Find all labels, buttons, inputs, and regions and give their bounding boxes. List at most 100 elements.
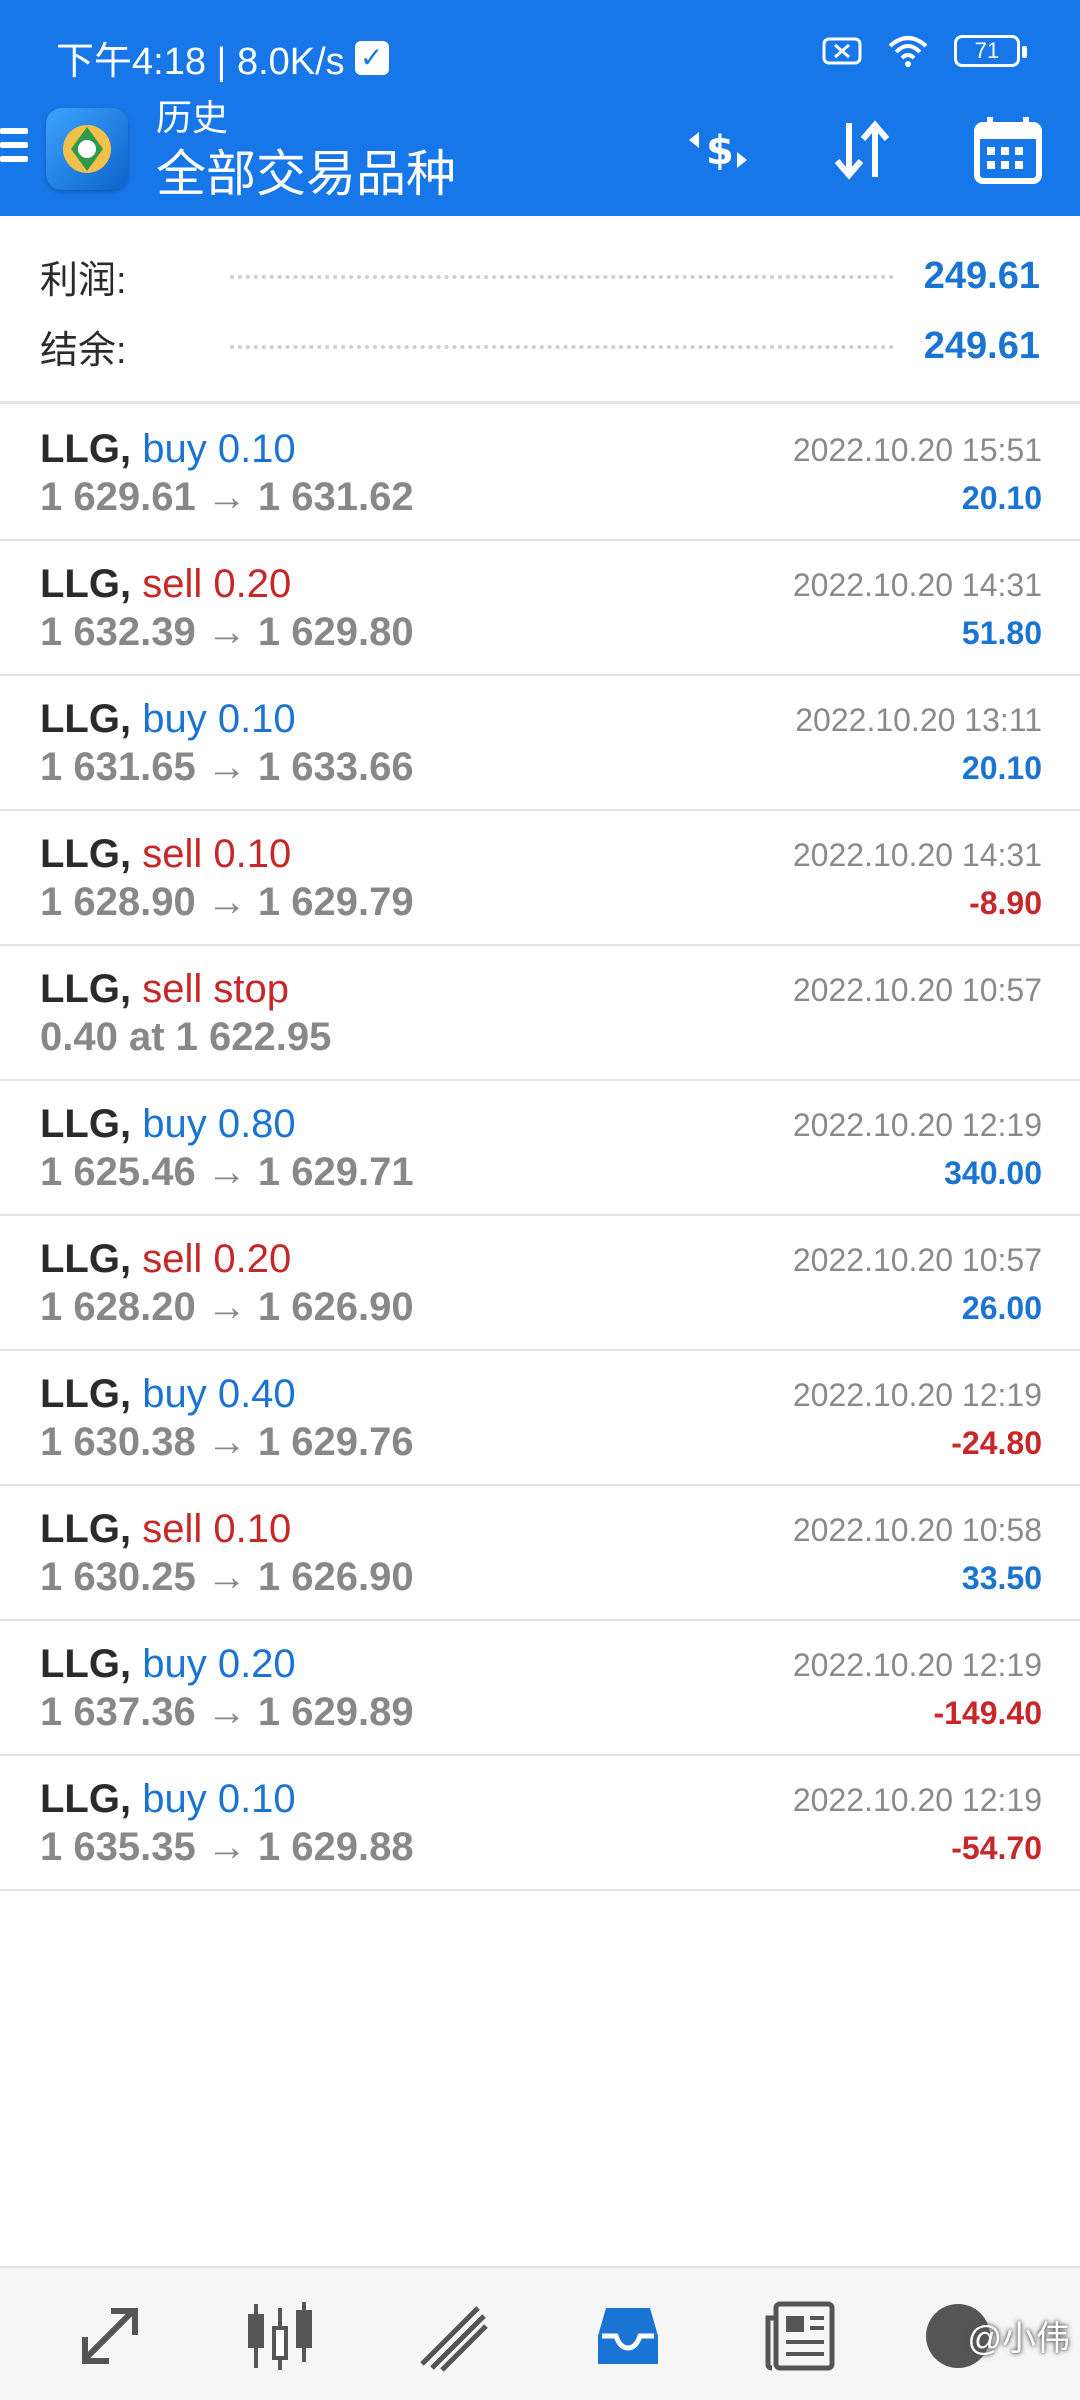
app-toolbar: 历史 全部交易品种 $ (0, 98, 1080, 216)
page-title-small: 历史 (156, 97, 229, 138)
summary-panel: 利润: 249.61 结余: 249.61 (0, 216, 1080, 404)
trade-action: buy 0.10 (142, 427, 296, 471)
trade-action: sell stop (142, 967, 289, 1011)
trade-row[interactable]: LLG, sell stop 0.40 at 1 622.95 2022.10.… (0, 946, 1080, 1081)
trade-symbol: LLG, (40, 1777, 132, 1821)
logo-icon (63, 125, 111, 173)
nav-news[interactable] (760, 2296, 840, 2376)
trade-prices: 1 632.39 → 1 629.80 (40, 610, 414, 654)
trade-profit: 20.10 (961, 480, 1042, 516)
bottom-navigation: @小伟 (0, 2266, 1080, 2400)
trade-action: buy 0.20 (142, 1642, 296, 1686)
trade-time: 2022.10.20 12:19 (792, 1647, 1042, 1683)
trade-action: buy 0.80 (142, 1102, 296, 1146)
nav-history[interactable] (588, 2296, 668, 2376)
no-sim-icon (822, 37, 862, 65)
balance-value: 249.61 (923, 324, 1040, 367)
trade-prices: 1 630.38 → 1 629.76 (40, 1420, 414, 1464)
trade-prices: 1 629.61 → 1 631.62 (40, 475, 414, 519)
balance-row: 结余: 249.61 (40, 316, 1040, 376)
trade-row[interactable]: LLG, sell 0.20 1 632.39 → 1 629.80 2022.… (0, 541, 1080, 676)
status-time-speed: 下午4:18 | 8.0K/s (56, 41, 345, 83)
trade-time: 2022.10.20 14:31 (792, 567, 1042, 603)
trade-action: buy 0.10 (142, 697, 296, 741)
trade-time: 2022.10.20 10:57 (792, 1242, 1042, 1278)
battery-icon: 71 (954, 35, 1027, 67)
dotted-leader (230, 343, 894, 349)
calendar-button[interactable] (972, 114, 1044, 186)
trade-symbol: LLG, (40, 427, 132, 471)
trade-time: 2022.10.20 15:51 (792, 432, 1042, 468)
profit-value: 249.61 (923, 254, 1040, 297)
sort-icon (834, 120, 890, 180)
trade-profit: 33.50 (961, 1560, 1042, 1596)
trade-row[interactable]: LLG, buy 0.20 1 637.36 → 1 629.89 2022.1… (0, 1621, 1080, 1756)
trade-time: 2022.10.20 10:57 (792, 972, 1042, 1008)
currency-exchange-icon: $ (689, 128, 747, 174)
trade-action: buy 0.40 (142, 1372, 296, 1416)
trade-profit: 340.00 (944, 1155, 1042, 1191)
news-icon (765, 2301, 835, 2371)
trade-row[interactable]: LLG, sell 0.20 1 628.20 → 1 626.90 2022.… (0, 1216, 1080, 1351)
status-right: 71 (822, 34, 1027, 68)
app-logo (46, 108, 128, 190)
watermark-text: @小伟 (967, 2320, 1070, 2358)
trade-time: 2022.10.20 10:58 (792, 1512, 1042, 1548)
trade-symbol: LLG, (40, 967, 132, 1011)
trade-profit: 20.10 (961, 750, 1042, 786)
dotted-leader (230, 273, 894, 279)
trade-prices: 1 625.46 → 1 629.71 (40, 1150, 414, 1194)
trade-action: sell 0.10 (142, 1507, 292, 1551)
trade-row[interactable]: LLG, buy 0.10 1 629.61 → 1 631.62 2022.1… (0, 406, 1080, 541)
trade-prices: 1 628.90 → 1 629.79 (40, 880, 414, 924)
trade-row[interactable]: LLG, buy 0.80 1 625.46 → 1 629.71 2022.1… (0, 1081, 1080, 1216)
sort-button[interactable] (826, 114, 898, 186)
trade-symbol: LLG, (40, 832, 132, 876)
trade-prices: 1 631.65 → 1 633.66 (40, 745, 414, 789)
notification-check-icon: ✓ (354, 40, 389, 75)
trade-profit: -24.80 (951, 1425, 1042, 1461)
trade-icon (420, 2306, 488, 2372)
trade-prices: 1 635.35 → 1 629.88 (40, 1825, 414, 1869)
trade-time: 2022.10.20 14:31 (792, 837, 1042, 873)
trade-row[interactable]: LLG, sell 0.10 1 630.25 → 1 626.90 2022.… (0, 1486, 1080, 1621)
trade-history-list[interactable]: LLG, buy 0.10 1 629.61 → 1 631.62 2022.1… (0, 406, 1080, 1891)
trade-profit: 51.80 (961, 615, 1042, 651)
trade-symbol: LLG, (40, 1642, 132, 1686)
quotes-icon (82, 2308, 138, 2364)
trade-row[interactable]: LLG, sell 0.10 1 628.90 → 1 629.79 2022.… (0, 811, 1080, 946)
status-bar: 下午4:18 | 8.0K/s ✓ 71 (0, 0, 1080, 108)
status-left: 下午4:18 | 8.0K/s ✓ (56, 30, 389, 85)
trade-action: sell 0.20 (142, 562, 292, 606)
trade-prices: 0.40 at 1 622.95 (40, 1015, 332, 1059)
wifi-icon (888, 36, 928, 67)
trade-row[interactable]: LLG, buy 0.10 1 635.35 → 1 629.88 2022.1… (0, 1756, 1080, 1891)
trade-profit: 26.00 (961, 1290, 1042, 1326)
trade-time: 2022.10.20 12:19 (792, 1107, 1042, 1143)
trade-time: 2022.10.20 13:11 (795, 702, 1042, 738)
nav-chart[interactable] (240, 2296, 320, 2376)
trade-action: buy 0.10 (142, 1777, 296, 1821)
history-icon (598, 2308, 658, 2364)
battery-level: 71 (974, 38, 1000, 63)
trade-symbol: LLG, (40, 1237, 132, 1281)
trade-prices: 1 637.36 → 1 629.89 (40, 1690, 414, 1734)
balance-label: 结余: (40, 329, 127, 372)
title-block[interactable]: 历史 全部交易品种 (156, 98, 456, 204)
trade-symbol: LLG, (40, 562, 132, 606)
trade-row[interactable]: LLG, buy 0.40 1 630.38 → 1 629.76 2022.1… (0, 1351, 1080, 1486)
trade-profit: -149.40 (933, 1695, 1042, 1731)
trade-prices: 1 628.20 → 1 626.90 (40, 1285, 414, 1329)
nav-quotes[interactable] (70, 2296, 150, 2376)
trade-symbol: LLG, (40, 1507, 132, 1551)
trade-action: sell 0.20 (142, 1237, 292, 1281)
nav-trade[interactable] (414, 2296, 494, 2376)
calendar-icon (974, 117, 1042, 184)
currency-exchange-button[interactable]: $ (682, 114, 754, 186)
trade-symbol: LLG, (40, 1102, 132, 1146)
menu-icon[interactable] (0, 128, 28, 168)
trade-action: sell 0.10 (142, 832, 292, 876)
trade-profit: -8.90 (969, 885, 1042, 921)
page-title-large: 全部交易品种 (156, 146, 456, 202)
trade-row[interactable]: LLG, buy 0.10 1 631.65 → 1 633.66 2022.1… (0, 676, 1080, 811)
